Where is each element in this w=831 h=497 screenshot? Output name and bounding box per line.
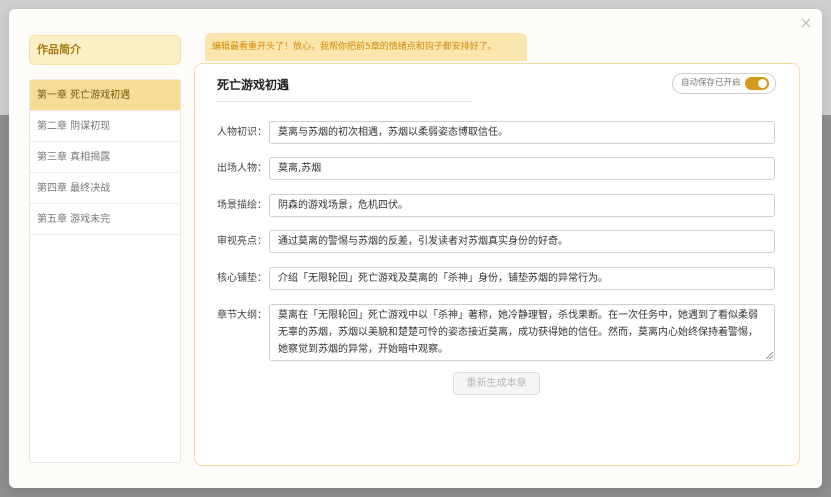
characters-input[interactable]: 莫离,苏烟 bbox=[269, 157, 775, 180]
chapter-outline-modal: × 作品简介 第一章 死亡游戏初遇 第二章 阴谋初现 第三章 真相揭露 第四章 … bbox=[9, 9, 822, 488]
sidebar-item-chapter-3[interactable]: 第三章 真相揭露 bbox=[30, 142, 180, 173]
outline-text: 莫离在「无限轮回」死亡游戏中以「杀神」著称，她冷静理智，杀伐果断。在一次任务中，… bbox=[278, 310, 758, 355]
toggle-switch[interactable] bbox=[745, 77, 769, 90]
highlight-input[interactable]: 通过莫离的警惕与苏烟的反差，引发读者对苏烟真实身份的好奇。 bbox=[269, 230, 775, 253]
chapter-list: 第一章 死亡游戏初遇 第二章 阴谋初现 第三章 真相揭露 第四章 最终决战 第五… bbox=[29, 79, 181, 463]
resize-handle[interactable] bbox=[766, 352, 773, 359]
sidebar: 作品简介 第一章 死亡游戏初遇 第二章 阴谋初现 第三章 真相揭露 第四章 最终… bbox=[29, 35, 181, 463]
character-intro-input[interactable]: 莫离与苏烟的初次相遇，苏烟以柔弱姿态博取信任。 bbox=[269, 121, 775, 144]
field-label-characters: 出场人物： bbox=[217, 163, 267, 174]
field-label-highlight: 审视亮点： bbox=[217, 236, 267, 247]
toggle-knob bbox=[758, 79, 767, 88]
sidebar-item-chapter-5[interactable]: 第五章 游戏未完 bbox=[30, 204, 180, 235]
regenerate-chapter-button[interactable]: 重新生成本章 bbox=[453, 372, 540, 395]
foreshadow-input[interactable]: 介绍「无限轮回」死亡游戏及莫离的「杀神」身份，铺垫苏烟的异常行为。 bbox=[269, 267, 775, 290]
close-icon[interactable]: × bbox=[798, 15, 814, 31]
field-label-foreshadow: 核心铺垫： bbox=[217, 273, 267, 284]
autosave-label: 自动保存已开启 bbox=[681, 78, 741, 88]
sidebar-item-chapter-4[interactable]: 第四章 最终决战 bbox=[30, 173, 180, 204]
field-label-outline: 章节大纲： bbox=[217, 310, 267, 321]
title-divider bbox=[217, 101, 471, 102]
notice-banner: 编辑最看重开头了！放心，我帮你把前5章的情绪点和钩子都安排好了。 bbox=[205, 33, 527, 61]
chapter-detail-panel: 死亡游戏初遇 自动保存已开启 人物初识： 莫离与苏烟的初次相遇，苏烟以柔弱姿态博… bbox=[194, 63, 800, 466]
sidebar-item-chapter-2[interactable]: 第二章 阴谋初现 bbox=[30, 111, 180, 142]
sidebar-item-chapter-1[interactable]: 第一章 死亡游戏初遇 bbox=[30, 80, 180, 111]
autosave-toggle[interactable]: 自动保存已开启 bbox=[672, 73, 776, 94]
outline-textarea[interactable]: 莫离在「无限轮回」死亡游戏中以「杀神」著称，她冷静理智，杀伐果断。在一次任务中，… bbox=[269, 304, 775, 361]
field-label-character-intro: 人物初识： bbox=[217, 127, 267, 138]
field-label-scene: 场景描绘： bbox=[217, 200, 267, 211]
sidebar-item-work-intro[interactable]: 作品简介 bbox=[29, 35, 181, 65]
chapter-title: 死亡游戏初遇 bbox=[217, 78, 290, 92]
scene-input[interactable]: 阴森的游戏场景，危机四伏。 bbox=[269, 194, 775, 217]
